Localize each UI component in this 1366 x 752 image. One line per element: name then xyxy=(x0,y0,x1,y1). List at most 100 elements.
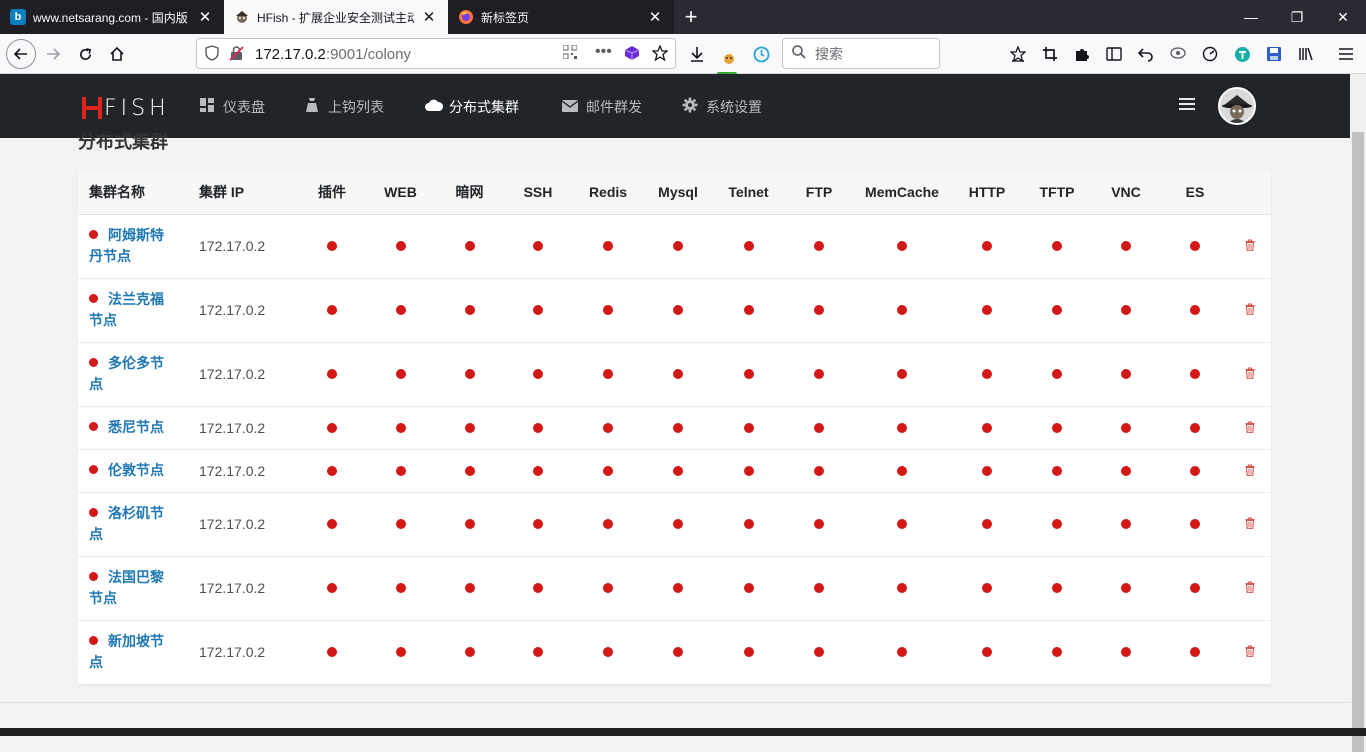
delete-trash-icon[interactable] xyxy=(1245,463,1255,476)
speed-dial-icon[interactable] xyxy=(1199,43,1221,65)
service-status-cell xyxy=(951,278,1023,343)
service-status-dot xyxy=(327,465,337,476)
translate-icon[interactable] xyxy=(1231,43,1253,65)
chat-bubble-icon[interactable] xyxy=(1167,43,1189,65)
url-text[interactable]: 172.17.0.2:9001/colony xyxy=(255,46,411,63)
forward-button[interactable] xyxy=(38,39,68,69)
browser-tab-hfish[interactable]: HFish - 扩展企业安全测试主动 ✕ xyxy=(224,0,448,34)
undo-close-tab-icon[interactable] xyxy=(1135,43,1157,65)
sidebar-toggle-icon[interactable] xyxy=(1103,43,1125,65)
menu-item-hook-list[interactable]: 上钩列表 xyxy=(303,96,384,118)
service-status-cell xyxy=(853,556,951,621)
service-status-cell xyxy=(644,278,712,343)
ssh-extension-icon[interactable] xyxy=(718,47,740,69)
node-name-link[interactable]: 新加坡节点 xyxy=(89,631,173,673)
column-header: VNC xyxy=(1091,171,1161,215)
service-status-dot xyxy=(1190,241,1200,251)
column-header: Mysql xyxy=(644,171,712,215)
download-icon[interactable] xyxy=(686,43,708,65)
extension-cube-icon[interactable] xyxy=(624,45,640,64)
node-name-link[interactable]: 多伦多节点 xyxy=(89,353,173,395)
delete-trash-icon[interactable] xyxy=(1245,367,1255,379)
menu-item-mail[interactable]: 邮件群发 xyxy=(561,96,642,118)
delete-trash-icon[interactable] xyxy=(1245,239,1255,251)
browser-tab-newtab[interactable]: 新标签页 ✕ xyxy=(448,0,674,34)
back-button[interactable] xyxy=(6,39,36,69)
delete-trash-icon[interactable] xyxy=(1245,303,1255,315)
node-name-link[interactable]: 阿姆斯特丹节点 xyxy=(89,225,173,267)
service-status-cell xyxy=(504,278,572,343)
column-header: WEB xyxy=(366,171,435,215)
app-header: FISH 仪表盘 上钩列表 分布式集群 邮件群发 系统设置 xyxy=(0,74,1366,138)
delete-trash-icon[interactable] xyxy=(1245,645,1255,657)
menu-item-settings[interactable]: 系统设置 xyxy=(681,96,762,118)
service-status-cell xyxy=(366,406,435,450)
service-status-cell xyxy=(951,620,1023,685)
minimize-button[interactable]: — xyxy=(1228,0,1274,34)
service-status-cell xyxy=(298,449,366,493)
insecure-lock-icon[interactable] xyxy=(229,45,244,64)
delete-trash-icon[interactable] xyxy=(1245,581,1255,593)
service-status-cell xyxy=(572,449,644,493)
page-actions-icon[interactable]: ••• xyxy=(595,43,612,61)
service-status-dot xyxy=(982,465,992,476)
close-icon[interactable]: ✕ xyxy=(196,8,214,26)
home-button[interactable] xyxy=(102,39,132,69)
service-status-dot xyxy=(1121,241,1131,251)
service-status-cell xyxy=(712,620,785,685)
shield-icon[interactable] xyxy=(205,45,219,64)
service-status-dot xyxy=(673,519,683,529)
qr-code-icon[interactable] xyxy=(562,44,578,62)
new-tab-button[interactable]: + xyxy=(674,0,708,34)
service-status-dot xyxy=(1190,519,1200,529)
column-header: 集群名称 xyxy=(78,171,188,215)
service-status-dot xyxy=(327,583,337,593)
service-status-cell xyxy=(785,556,853,621)
bookmark-manager-icon[interactable] xyxy=(1007,43,1029,65)
app-menu-icon[interactable] xyxy=(1335,43,1357,65)
service-status-dot xyxy=(897,647,907,657)
node-name-link[interactable]: 伦敦节点 xyxy=(89,460,173,481)
table-row: 悉尼节点 172.17.0.2 xyxy=(78,406,1271,450)
node-status-dot xyxy=(89,465,98,474)
save-disk-icon[interactable] xyxy=(1263,43,1285,65)
timer-icon[interactable] xyxy=(750,43,772,65)
search-box[interactable] xyxy=(782,38,940,69)
node-ip: 172.17.0.2 xyxy=(188,556,298,621)
node-name-cell: 法兰克福节点 xyxy=(78,278,188,343)
service-status-dot xyxy=(1052,465,1062,476)
address-bar[interactable]: 172.17.0.2:9001/colony ••• xyxy=(196,38,676,69)
node-status-dot xyxy=(89,422,98,431)
node-status-dot xyxy=(89,230,98,239)
page-scrollbar[interactable] xyxy=(1350,74,1366,752)
reload-button[interactable] xyxy=(70,39,100,69)
node-name-link[interactable]: 法兰克福节点 xyxy=(89,289,173,331)
service-status-dot xyxy=(533,241,543,251)
service-status-dot xyxy=(1052,519,1062,529)
window-close-button[interactable]: ✕ xyxy=(1320,0,1366,34)
delete-trash-icon[interactable] xyxy=(1245,517,1255,529)
menu-item-colony[interactable]: 分布式集群 xyxy=(424,96,519,118)
node-name-link[interactable]: 洛杉矶节点 xyxy=(89,503,173,545)
delete-trash-icon[interactable] xyxy=(1245,420,1255,433)
maximize-button[interactable]: ❐ xyxy=(1274,0,1320,34)
table-row: 多伦多节点 172.17.0.2 xyxy=(78,342,1271,407)
node-name-link[interactable]: 悉尼节点 xyxy=(89,417,173,438)
crop-icon[interactable] xyxy=(1039,43,1061,65)
browser-tab-netsarang[interactable]: b www.netsarang.com - 国内版 ✕ xyxy=(0,0,224,34)
actions-cell xyxy=(1229,492,1271,557)
bookmark-star-icon[interactable] xyxy=(651,44,669,64)
close-icon[interactable]: ✕ xyxy=(420,8,438,26)
avatar[interactable] xyxy=(1218,87,1256,125)
scrollbar-thumb[interactable] xyxy=(1352,132,1364,752)
hfish-logo[interactable]: FISH xyxy=(82,96,170,121)
menu-item-dashboard[interactable]: 仪表盘 xyxy=(198,96,265,118)
service-status-dot xyxy=(897,583,907,593)
search-input[interactable] xyxy=(815,44,933,64)
menu-toggle-icon[interactable] xyxy=(1179,98,1195,112)
service-status-cell xyxy=(785,342,853,407)
library-icon[interactable] xyxy=(1295,43,1317,65)
node-name-link[interactable]: 法国巴黎节点 xyxy=(89,567,173,609)
close-icon[interactable]: ✕ xyxy=(646,8,664,26)
extensions-puzzle-icon[interactable] xyxy=(1071,43,1093,65)
